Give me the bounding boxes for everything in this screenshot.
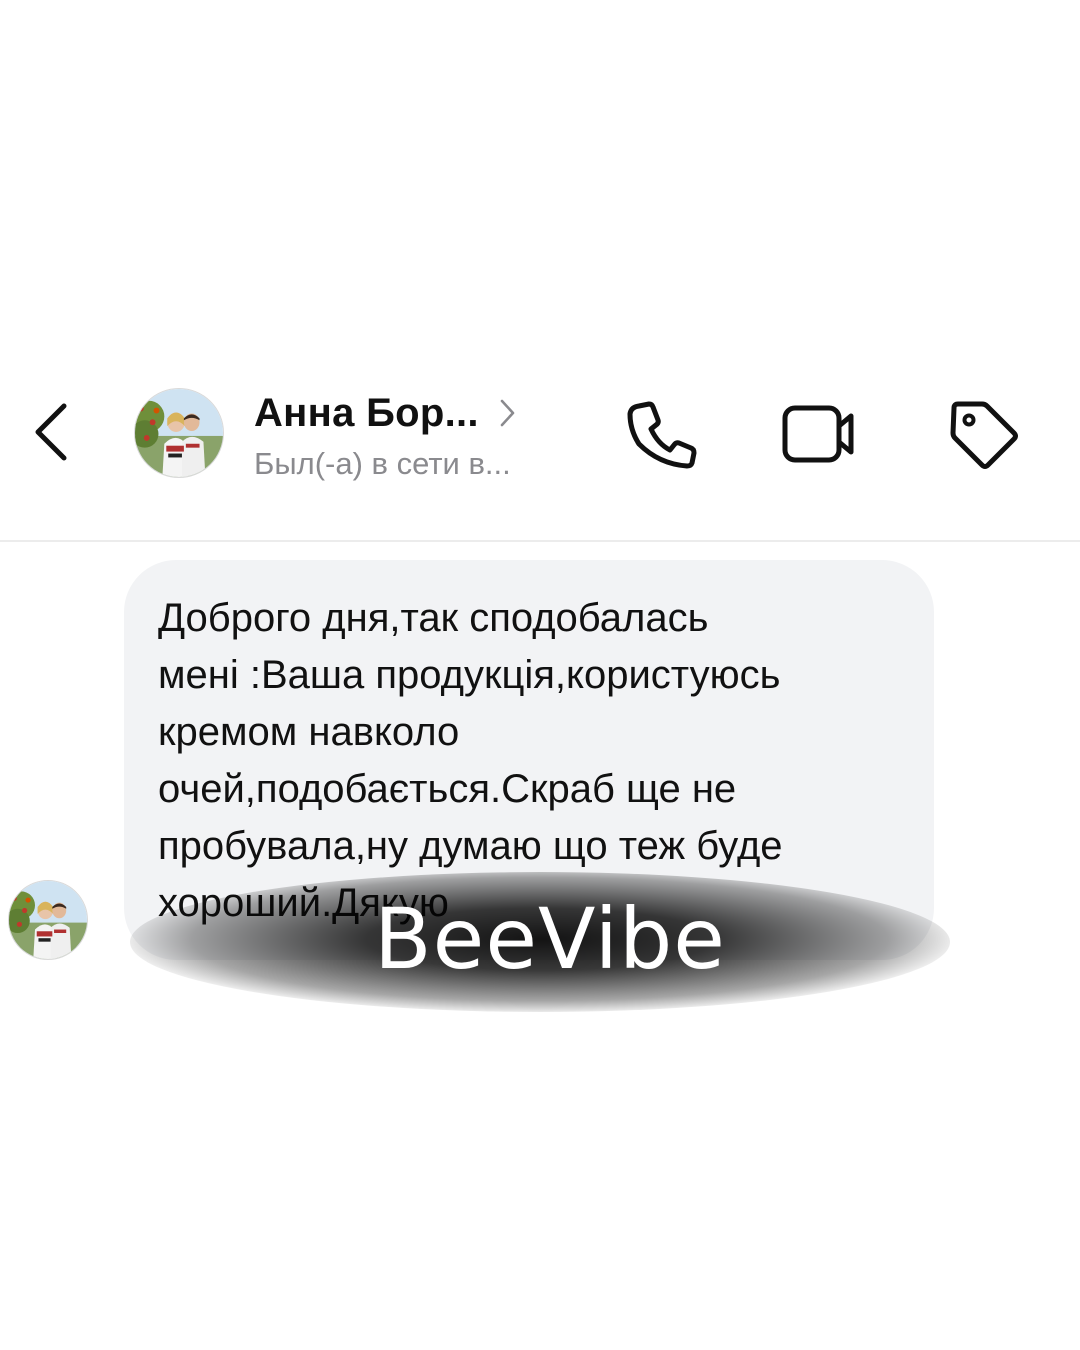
contact-status: Был(-а) в сети в... xyxy=(254,446,511,481)
contact-avatar[interactable] xyxy=(134,388,224,478)
chevron-left-icon xyxy=(35,403,67,461)
avatar-photo xyxy=(135,389,223,477)
sender-avatar[interactable] xyxy=(8,880,88,960)
message-text: Доброго дня,так сподобалась мені :Ваша п… xyxy=(158,596,783,925)
phone-icon xyxy=(627,401,697,469)
contact-info[interactable]: Анна Бор... Был(-а) в сети в... xyxy=(254,388,574,498)
message-bubble[interactable]: Доброго дня,так сподобалась мені :Ваша п… xyxy=(124,560,934,960)
contact-name: Анна Бор... xyxy=(254,390,479,435)
tag-icon xyxy=(950,401,1018,469)
avatar-photo xyxy=(9,881,87,959)
header-divider xyxy=(0,540,1080,542)
call-button[interactable] xyxy=(618,392,704,478)
contact-name-row: Анна Бор... xyxy=(254,388,519,438)
message-row: Доброго дня,так сподобалась мені :Ваша п… xyxy=(0,560,1080,980)
tag-button[interactable] xyxy=(940,392,1026,478)
back-button[interactable] xyxy=(28,400,78,464)
video-call-button[interactable] xyxy=(776,392,862,478)
chevron-right-icon xyxy=(500,399,515,427)
chat-header: Анна Бор... Был(-а) в сети в... xyxy=(0,370,1080,540)
video-camera-icon xyxy=(782,405,854,463)
